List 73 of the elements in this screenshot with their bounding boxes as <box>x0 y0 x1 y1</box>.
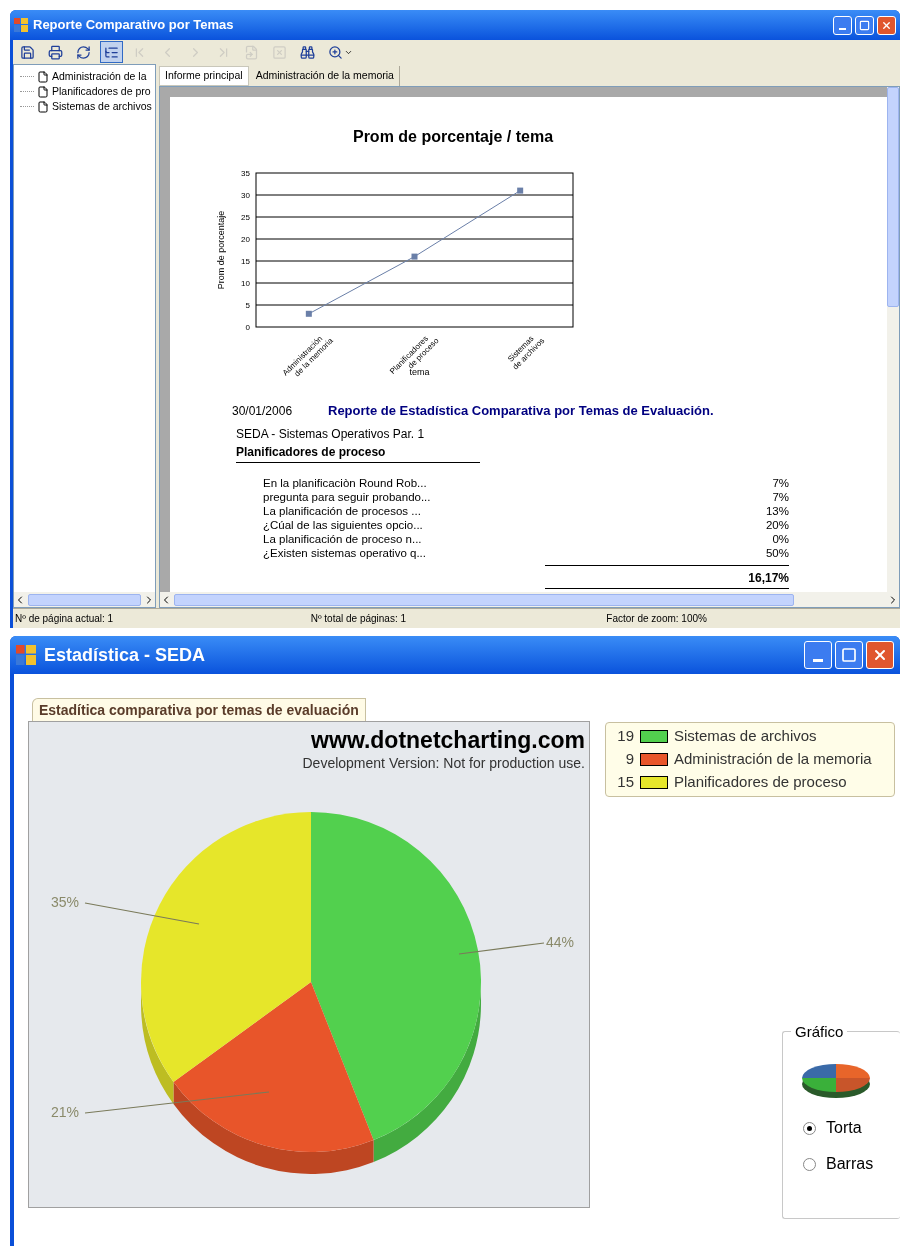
legend-label: Sistemas de archivos <box>674 726 817 747</box>
y-tick-label: 10 <box>241 279 250 288</box>
legend-count: 15 <box>616 772 634 793</box>
close-button[interactable] <box>877 15 896 35</box>
percent-label: 35% <box>51 894 80 911</box>
question-text: ¿Cúal de las siguientes opcio... <box>263 517 423 531</box>
maximize-button[interactable] <box>855 15 874 35</box>
status-text: Nº de página actual: 1 <box>14 612 115 626</box>
page-icon <box>37 70 49 83</box>
percent-value: 7% <box>772 489 789 503</box>
window-title: Estadística - SEDA <box>44 643 207 667</box>
y-tick-label: 35 <box>241 169 250 178</box>
status-text: Factor de zoom: 100% <box>605 612 708 626</box>
percent-value: 13% <box>765 503 789 517</box>
minimize-button[interactable] <box>833 15 852 35</box>
watermark-note: Development Version: Not for production use. <box>302 754 585 773</box>
percent-value: 7% <box>772 475 789 489</box>
data-point <box>517 187 524 194</box>
tab[interactable]: Informe principal <box>159 66 249 86</box>
percent-label: 21% <box>51 1104 80 1121</box>
chart-title: Estadítica comparativa por temas de evaluación <box>32 698 366 721</box>
app-icon <box>16 645 36 665</box>
horizontal-scrollbar[interactable] <box>160 592 899 607</box>
y-tick-label: 0 <box>245 323 250 332</box>
app-icon <box>14 18 28 32</box>
report-subtitle: SEDA - Sistemas Operativos Par. 1 <box>236 425 426 443</box>
question-text: pregunta para seguir probando... <box>263 489 431 503</box>
data-point <box>305 310 312 317</box>
percent-value: 50% <box>765 545 789 559</box>
group-heading: Planificadores de proceso <box>236 442 480 463</box>
report-date: 30/01/2006 <box>232 403 294 420</box>
minimize-icon <box>813 658 823 662</box>
legend-count: 19 <box>616 726 634 747</box>
legend-label: Planificadores de proceso <box>674 772 847 793</box>
total-value: 16,17% <box>748 570 789 585</box>
tree-item[interactable]: Sistemas de archivos <box>20 99 155 114</box>
question-text: En la planificaciòn Round Rob... <box>263 475 427 489</box>
minimize-icon <box>839 27 846 30</box>
window-title: Reporte Comparativo por Temas <box>33 16 235 35</box>
data-point <box>411 253 418 260</box>
radio-option[interactable]: Torta <box>803 1116 900 1140</box>
watermark-site: www.dotnetcharting.com <box>311 726 585 755</box>
tree-item[interactable]: Administración de la <box>20 69 155 84</box>
legend-label: Administración de la memoria <box>674 749 872 770</box>
y-tick-label: 15 <box>241 257 250 266</box>
horizontal-scrollbar[interactable] <box>14 592 155 607</box>
question-text: La planificación de procesos ... <box>263 503 421 517</box>
y-tick-label: 25 <box>241 213 250 222</box>
y-tick-label: 20 <box>241 235 250 244</box>
close-icon <box>881 19 892 31</box>
close-icon <box>872 647 888 663</box>
radio-option[interactable]: Barras <box>803 1152 900 1176</box>
y-axis-title: Prom de porcentaje <box>216 210 226 290</box>
maximize-icon <box>841 647 857 663</box>
status-text: Nº total de páginas: 1 <box>309 612 408 626</box>
close-button[interactable] <box>866 641 894 669</box>
y-tick-label: 5 <box>245 301 250 310</box>
percent-value: 0% <box>772 531 789 545</box>
chart-title: Prom de porcentaje / tema <box>352 127 554 147</box>
percent-value: 20% <box>765 517 789 531</box>
minimize-button[interactable] <box>804 641 832 669</box>
y-tick-label: 30 <box>241 191 250 200</box>
question-text: La planificación de proceso n... <box>263 531 422 545</box>
percent-label: 44% <box>545 934 574 951</box>
tree-item[interactable]: Planificadores de pro <box>20 84 155 99</box>
legend-count: 9 <box>624 749 634 770</box>
page-icon <box>37 100 49 113</box>
vertical-scrollbar[interactable] <box>887 87 899 592</box>
report-heading: Reporte de Estadística Comparativa por Temas de Evaluación. <box>328 402 714 420</box>
maximize-button[interactable] <box>835 641 863 669</box>
page-icon <box>37 85 49 98</box>
maximize-icon <box>859 19 870 31</box>
question-text: ¿Existen sistemas operativo q... <box>263 545 426 559</box>
